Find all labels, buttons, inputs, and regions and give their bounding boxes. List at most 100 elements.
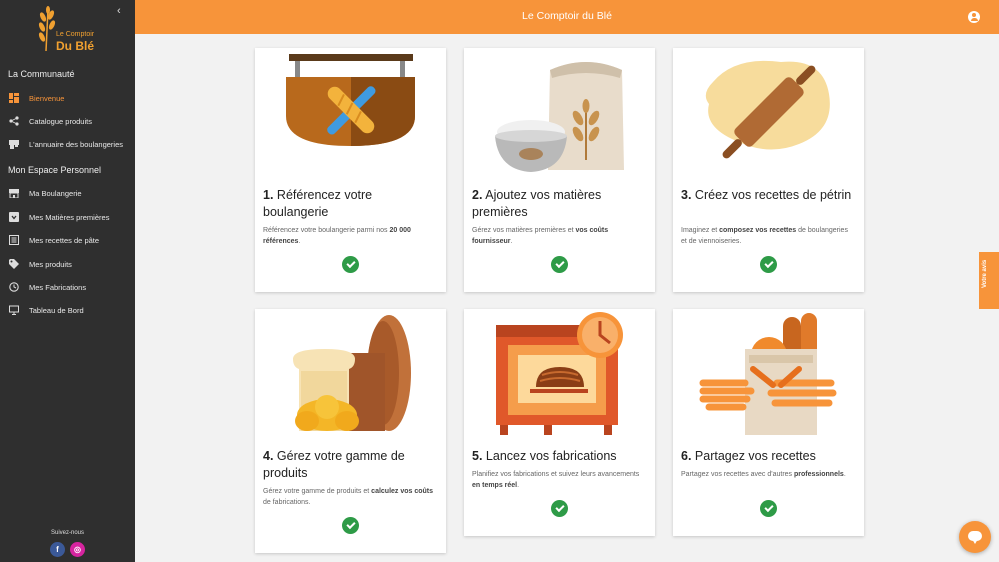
step-number: 3. [681,188,692,202]
sidebar-item-ma-boulangerie[interactable]: Ma Boulangerie [0,183,135,203]
bread-bag-icon [673,309,864,439]
card-title-text: Lancez vos fabrications [485,449,617,463]
check-icon [760,500,777,517]
top-bar: Le Comptoir du Blé [135,0,999,34]
card-title: 2. Ajoutez vos matières premières [472,187,647,221]
desc-text: Gérez votre gamme de produits et [263,488,372,495]
card-description: Gérez votre gamme de produits et calcule… [263,486,436,508]
step-number: 4. [263,449,274,463]
monitor-icon [9,305,19,315]
chat-bubble-icon[interactable] [959,521,991,553]
check-icon [551,256,568,273]
step-card-4[interactable]: 4. Gérez votre gamme de produits Gérez v… [255,309,446,553]
sidebar-item-label: Ma Boulangerie [29,188,82,198]
desc-bold: calculez vos coûts [371,488,434,495]
collapse-sidebar-button[interactable]: ‹ [117,5,121,17]
card-title-text: Partagez vos recettes [694,449,816,463]
step-card-6[interactable]: 6. Partagez vos recettes Partagez vos re… [673,309,864,536]
app-title: Le Comptoir du Blé [522,10,612,22]
breads-icon [255,309,446,439]
check-icon [551,500,568,517]
follow-us-label: Suivez-nous [50,530,85,536]
card-description: Imaginez et composez vos recettes de bou… [681,225,854,247]
step-card-1[interactable]: 1. Référencez votre boulangerie Référenc… [255,48,446,292]
step-card-5[interactable]: 5. Lancez vos fabrications Planifiez vos… [464,309,655,536]
instagram-icon[interactable]: ◎ [70,542,85,557]
sidebar: Le Comptoir Du Blé ‹ La Communauté Bienv… [0,0,135,562]
step-number: 1. [263,188,274,202]
desc-text: de fabrications. [263,499,311,506]
oven-icon [464,309,655,439]
tag-icon [9,259,19,269]
account-icon[interactable] [968,11,980,23]
clock-icon [9,282,19,292]
inbox-icon [9,212,19,222]
step-number: 5. [472,449,483,463]
desc-text: . [517,482,520,489]
card-title: 1. Référencez votre boulangerie [263,187,438,221]
shop-sign-icon [255,48,446,178]
rolling-pin-icon [673,48,864,178]
desc-bold: professionnels [794,471,844,478]
step-card-3[interactable]: 3. Créez vos recettes de pétrin Imaginez… [673,48,864,292]
card-title-text: Créez vos recettes de pétrin [694,188,852,202]
step-number: 6. [681,449,692,463]
check-icon [342,256,359,273]
section-title-personal: Mon Espace Personnel [8,165,102,175]
storefront-icon [9,139,19,149]
desc-bold: en temps réel [472,482,518,489]
desc-text: Gérez vos matières premières et [472,227,576,234]
card-title-text: Ajoutez vos matières premières [472,188,602,219]
sidebar-item-label: L'annuaire des boulangeries [29,139,124,149]
card-title: 6. Partagez vos recettes [681,448,856,465]
feedback-label: Votre avis [982,259,988,288]
desc-bold: composez vos recettes [719,227,797,234]
card-description: Référencez votre boulangerie parmi nos 2… [263,225,436,247]
card-title: 3. Créez vos recettes de pétrin [681,187,856,204]
logo-text-bottom: Du Blé [56,39,95,53]
list-icon [9,235,19,245]
card-description: Gérez vos matières premières et vos coût… [472,225,645,247]
desc-text: Partagez vos recettes avec d'autres [681,471,795,478]
logo-text-top: Le Comptoir [56,31,95,38]
sidebar-item-matieres[interactable]: Mes Matières premières [0,207,135,227]
sidebar-item-label: Tableau de Bord [29,305,84,315]
card-title: 5. Lancez vos fabrications [472,448,647,465]
sidebar-item-fabrications[interactable]: Mes Fabrications [0,277,135,297]
flour-sack-icon [464,48,655,178]
check-icon [342,517,359,534]
sidebar-item-label: Mes produits [29,259,72,269]
sidebar-item-catalogue[interactable]: Catalogue produits [0,111,135,131]
card-title: 4. Gérez votre gamme de produits [263,448,438,482]
sidebar-item-bienvenue[interactable]: Bienvenue [0,88,135,108]
facebook-icon[interactable]: f [50,542,65,557]
sidebar-item-label: Mes Fabrications [29,282,87,292]
sidebar-item-produits[interactable]: Mes produits [0,254,135,274]
share-icon [9,116,19,126]
sidebar-item-label: Mes Matières premières [29,212,110,222]
desc-text: . [843,471,846,478]
card-title-text: Référencez votre boulangerie [263,188,373,219]
desc-text: Planifiez vos fabrications et suivez leu… [472,471,640,478]
card-description: Planifiez vos fabrications et suivez leu… [472,469,645,491]
desc-text: Imaginez et [681,227,720,234]
section-title-community: La Communauté [8,69,75,79]
sidebar-item-label: Mes recettes de pâte [29,235,100,245]
store-icon [9,188,19,198]
sidebar-item-recettes[interactable]: Mes recettes de pâte [0,230,135,250]
desc-text: . [510,238,513,245]
card-title-text: Gérez votre gamme de produits [263,449,405,480]
sidebar-item-tableau-de-bord[interactable]: Tableau de Bord [0,300,135,320]
desc-text: . [298,238,301,245]
card-description: Partagez vos recettes avec d'autres prof… [681,469,854,480]
sidebar-item-annuaire[interactable]: L'annuaire des boulangeries [0,134,135,154]
dashboard-icon [9,93,19,103]
sidebar-item-label: Bienvenue [29,93,65,103]
brand-logo[interactable]: Le Comptoir Du Blé [36,5,106,53]
feedback-tab[interactable]: Votre avis [979,252,999,309]
check-icon [760,256,777,273]
step-number: 2. [472,188,483,202]
step-card-2[interactable]: 2. Ajoutez vos matières premières Gérez … [464,48,655,292]
sidebar-item-label: Catalogue produits [29,116,92,126]
desc-text: Référencez votre boulangerie parmi nos [263,227,390,234]
